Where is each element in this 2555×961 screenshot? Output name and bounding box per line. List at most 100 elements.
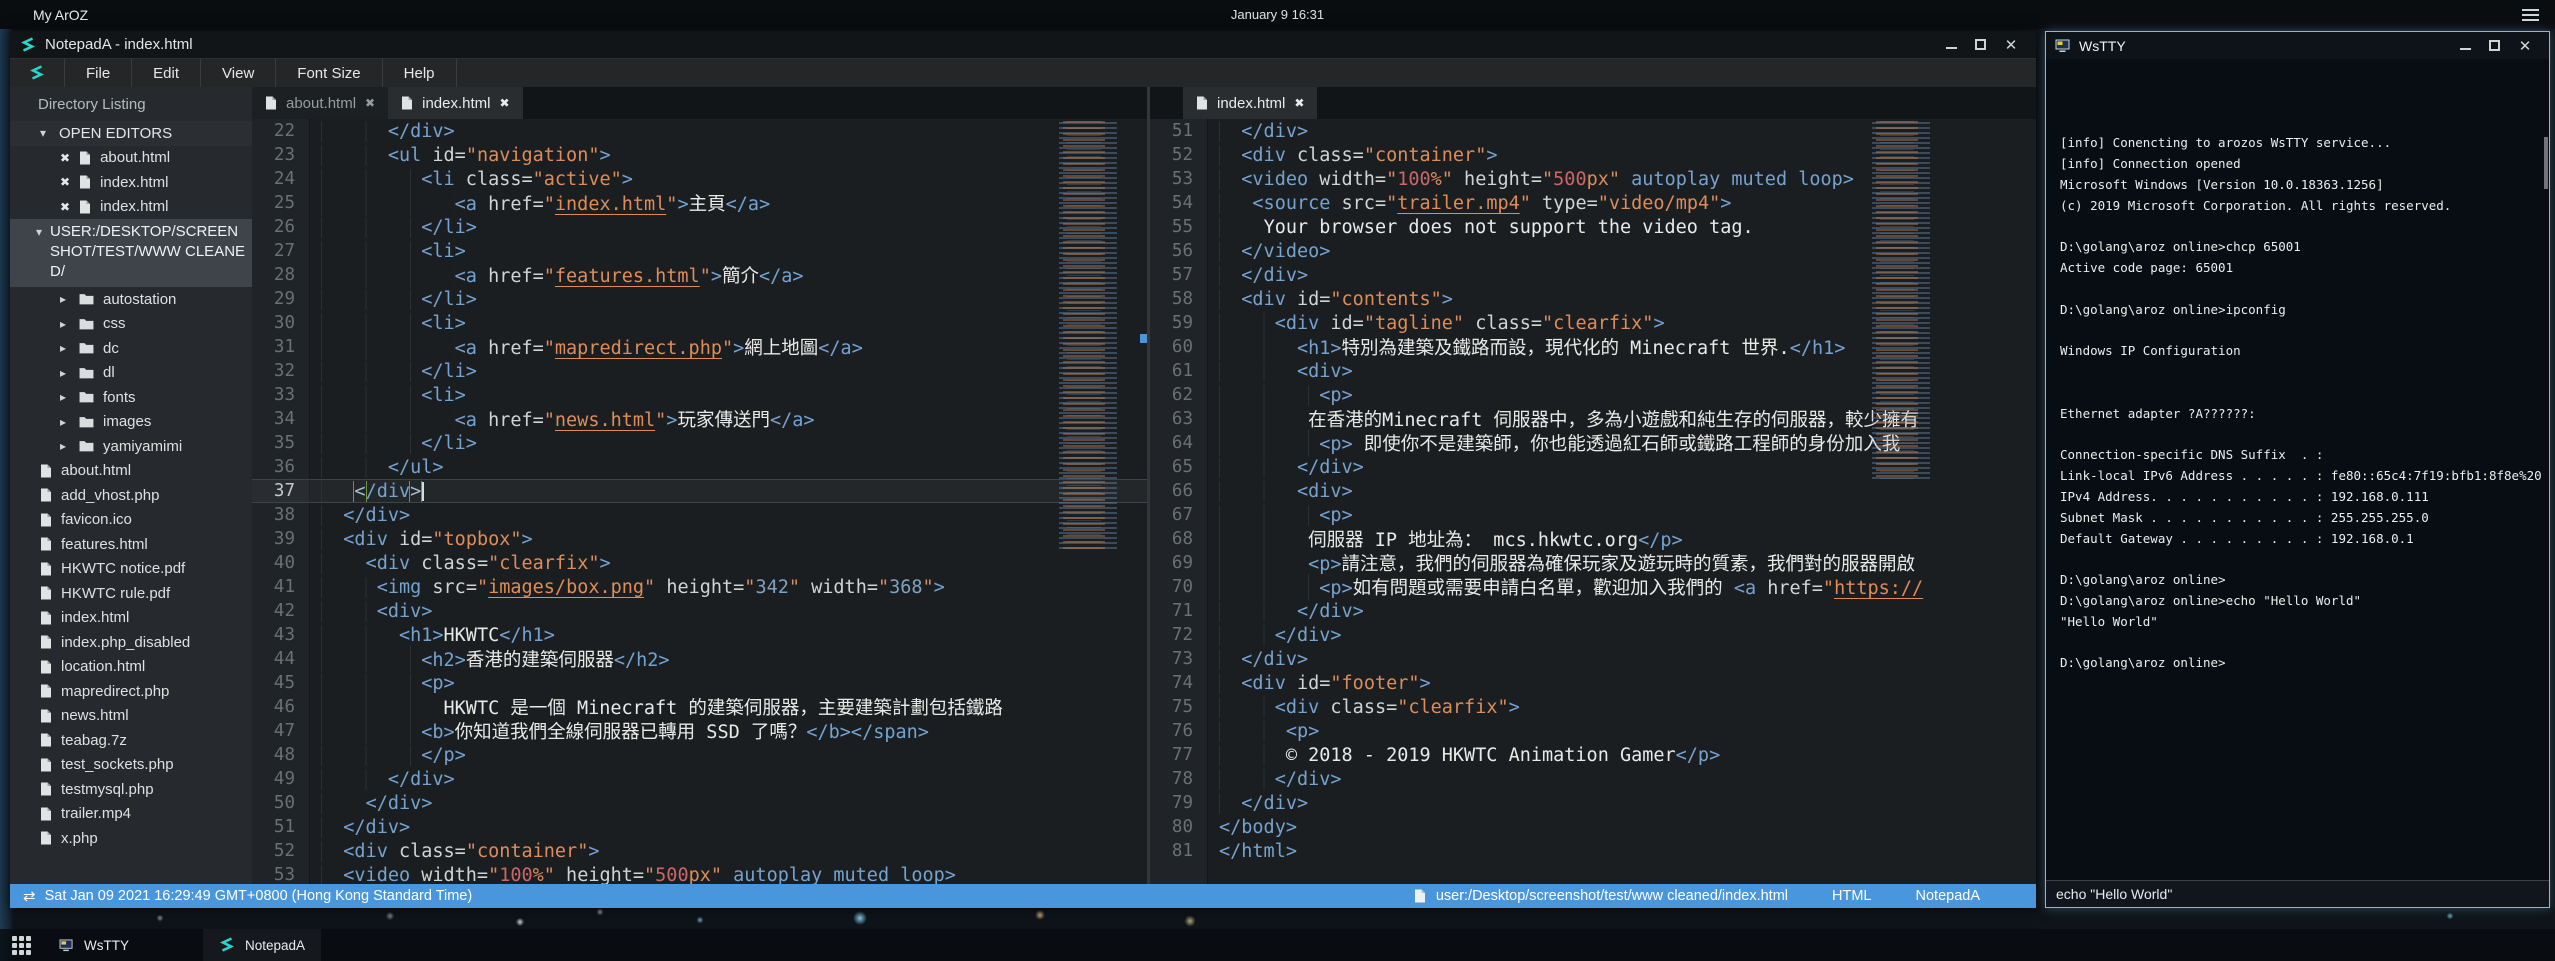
sidebar-root-folder[interactable]: ▾ USER:/DESKTOP/SCREENSHOT/TEST/WWW CLEA…	[10, 219, 252, 287]
code-line[interactable]: 39 <div id="topbox">	[252, 527, 1147, 551]
menu-edit[interactable]: Edit	[132, 59, 200, 87]
close-icon[interactable]: ✖	[365, 96, 375, 110]
sidebar-file-trailer.mp4[interactable]: trailer.mp4	[10, 802, 252, 827]
sidebar-file-add_vhost.php[interactable]: add_vhost.php	[10, 483, 252, 508]
code-line[interactable]: 25 <a href="index.html">主頁</a>	[252, 191, 1147, 215]
code-line[interactable]: 27 <li>	[252, 239, 1147, 263]
sidebar-file-location.html[interactable]: location.html	[10, 655, 252, 680]
close-icon[interactable]: ✖	[60, 175, 70, 189]
code-line[interactable]: 33 <li>	[252, 383, 1147, 407]
code-line[interactable]: 53 <video width="100%" height="500px" au…	[252, 863, 1147, 884]
code-line[interactable]: 81</html>	[1150, 839, 2036, 863]
sidebar-folder-dc[interactable]: ▸dc	[10, 336, 252, 361]
code-line[interactable]: 31 <a href="mapredirect.php">網上地圖</a>	[252, 335, 1147, 359]
menu-font-size[interactable]: Font Size	[276, 59, 381, 87]
code-line[interactable]: 69 <p>請注意，我們的伺服器為確保玩家及遊玩時的質素，我們對的服器開啟	[1150, 551, 2036, 575]
code-line[interactable]: 74 <div id="footer">	[1150, 671, 2036, 695]
code-line[interactable]: 72 </div>	[1150, 623, 2036, 647]
code-line[interactable]: 75 <div class="clearfix">	[1150, 695, 2036, 719]
code-line[interactable]: 48 </p>	[252, 743, 1147, 767]
minimize-icon[interactable]	[1946, 40, 1957, 49]
close-icon[interactable]: ✕	[2004, 38, 2018, 52]
code-line[interactable]: 23 <ul id="navigation">	[252, 143, 1147, 167]
code-line[interactable]: 29 </li>	[252, 287, 1147, 311]
editor-tab-about.html[interactable]: about.html✖	[252, 87, 388, 119]
code-line[interactable]: 37 </div>	[252, 479, 1147, 503]
close-icon[interactable]: ✖	[60, 151, 70, 165]
sidebar-folder-css[interactable]: ▸css	[10, 312, 252, 337]
code-line[interactable]: 40 <div class="clearfix">	[252, 551, 1147, 575]
code-line[interactable]: 47 <b>你知道我們全線伺服器已轉用 SSD 了嗎？</b></span>	[252, 719, 1147, 743]
sidebar-file-favicon.ico[interactable]: favicon.ico	[10, 508, 252, 533]
close-icon[interactable]: ✖	[60, 200, 70, 214]
minimap-right[interactable]	[1870, 121, 1940, 481]
sidebar-folder-fonts[interactable]: ▸fonts	[10, 385, 252, 410]
code-line[interactable]: 26 </li>	[252, 215, 1147, 239]
code-line[interactable]: 68 伺服器 IP 地址為： mcs.hkwtc.org</p>	[1150, 527, 2036, 551]
notepada-titlebar[interactable]: NotepadA - index.html ✕	[10, 31, 2036, 58]
editor-tab-index.html[interactable]: index.html✖	[388, 87, 522, 119]
code-line[interactable]: 52 <div class="container">	[252, 839, 1147, 863]
code-line[interactable]: 45 <p>	[252, 671, 1147, 695]
code-line[interactable]: 36 </ul>	[252, 455, 1147, 479]
start-menu-icon[interactable]	[11, 934, 33, 956]
sidebar-file-index.php_disabled[interactable]: index.php_disabled	[10, 630, 252, 655]
sidebar-file-mapredirect.php[interactable]: mapredirect.php	[10, 679, 252, 704]
code-line[interactable]: 34 <a href="news.html">玩家傳送門</a>	[252, 407, 1147, 431]
code-line[interactable]: 43 <h1>HKWTC</h1>	[252, 623, 1147, 647]
code-line[interactable]: 38 </div>	[252, 503, 1147, 527]
editor-tab-index.html[interactable]: index.html✖	[1183, 87, 1317, 119]
code-line[interactable]: 70 <p>如有問題或需要申請白名單，歡迎加入我們的 <a href="http…	[1150, 575, 2036, 599]
sidebar-folder-autostation[interactable]: ▸autostation	[10, 287, 252, 312]
code-line[interactable]: 66 <div>	[1150, 479, 2036, 503]
taskbar-item-notepada[interactable]: NotepadA	[203, 929, 321, 961]
code-line[interactable]: 80</body>	[1150, 815, 2036, 839]
code-line[interactable]: 79 </div>	[1150, 791, 2036, 815]
open-editor-item[interactable]: ✖index.html	[10, 195, 252, 220]
sidebar-folder-yamiyamimi[interactable]: ▸yamiyamimi	[10, 434, 252, 459]
code-line[interactable]: 46 HKWTC 是一個 Minecraft 的建築伺服器，主要建築計劃包括鐵路	[252, 695, 1147, 719]
wstty-titlebar[interactable]: WsTTY ✕	[2046, 32, 2549, 59]
open-editors-section[interactable]: ▾ OPEN EDITORS	[10, 121, 252, 146]
code-line[interactable]: 50 </div>	[252, 791, 1147, 815]
code-line[interactable]: 77 © 2018 - 2019 HKWTC Animation Gamer</…	[1150, 743, 2036, 767]
code-line[interactable]: 24 <li class="active">	[252, 167, 1147, 191]
close-icon[interactable]: ✖	[499, 96, 509, 110]
code-line[interactable]: 71 </div>	[1150, 599, 2036, 623]
sidebar-file-x.php[interactable]: x.php	[10, 826, 252, 851]
sidebar-file-about.html[interactable]: about.html	[10, 459, 252, 484]
menu-view[interactable]: View	[201, 59, 275, 87]
maximize-icon[interactable]	[1975, 39, 1986, 50]
code-line[interactable]: 32 </li>	[252, 359, 1147, 383]
code-line[interactable]: 30 <li>	[252, 311, 1147, 335]
system-menu-label[interactable]: My ArOZ	[0, 7, 88, 23]
code-line[interactable]: 78 </div>	[1150, 767, 2036, 791]
code-line[interactable]: 67 <p>	[1150, 503, 2036, 527]
hamburger-menu-icon[interactable]	[2522, 9, 2539, 21]
terminal-output[interactable]: [info] Conencting to arozos WsTTY servic…	[2046, 59, 2549, 880]
sidebar-file-features.html[interactable]: features.html	[10, 532, 252, 557]
minimize-icon[interactable]	[2460, 41, 2471, 50]
code-line[interactable]: 35 </li>	[252, 431, 1147, 455]
sidebar-file-HKWTC notice.pdf[interactable]: HKWTC notice.pdf	[10, 557, 252, 582]
terminal-scrollbar[interactable]	[2544, 137, 2548, 189]
sidebar-file-HKWTC rule.pdf[interactable]: HKWTC rule.pdf	[10, 581, 252, 606]
code-line[interactable]: 76 <p>	[1150, 719, 2036, 743]
code-line[interactable]: 28 <a href="features.html">簡介</a>	[252, 263, 1147, 287]
code-line[interactable]: 41 <img src="images/box.png" height="342…	[252, 575, 1147, 599]
status-file-path[interactable]: user:/Desktop/screenshot/test/www cleane…	[1414, 888, 1788, 904]
maximize-icon[interactable]	[2489, 40, 2500, 51]
close-icon[interactable]: ✖	[1294, 96, 1304, 110]
sidebar-file-testmysql.php[interactable]: testmysql.php	[10, 777, 252, 802]
code-line[interactable]: 73 </div>	[1150, 647, 2036, 671]
code-line[interactable]: 22 </div>	[252, 119, 1147, 143]
code-editor-left[interactable]: 22 </div>23 <ul id="navigation">24 <li c…	[252, 119, 1147, 884]
code-line[interactable]: 44 <h2>香港的建築伺服器</h2>	[252, 647, 1147, 671]
menu-help[interactable]: Help	[383, 59, 456, 87]
sidebar-file-news.html[interactable]: news.html	[10, 704, 252, 729]
taskbar-item-wstty[interactable]: WsTTY	[43, 929, 145, 961]
minimap-left[interactable]	[1057, 121, 1127, 551]
code-line[interactable]: 42 <div>	[252, 599, 1147, 623]
sidebar-folder-images[interactable]: ▸images	[10, 410, 252, 435]
open-editor-item[interactable]: ✖about.html	[10, 146, 252, 171]
